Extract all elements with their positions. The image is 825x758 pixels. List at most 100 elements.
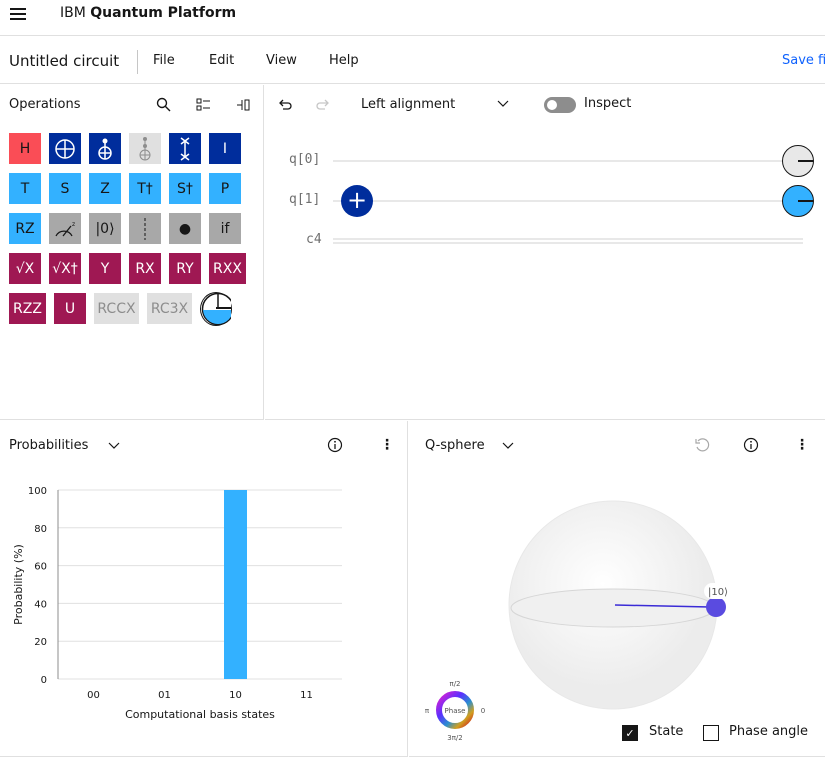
y-tick-label: 60: [34, 562, 47, 573]
gate-rzz[interactable]: RZZ: [9, 293, 46, 324]
chevron-down-icon[interactable]: [502, 442, 514, 450]
state-checkbox[interactable]: ✓: [622, 725, 638, 741]
inspect-toggle[interactable]: [544, 97, 576, 113]
overflow-menu-icon[interactable]: ⋮: [795, 437, 809, 453]
phase-label-right: 0: [481, 707, 485, 715]
qsphere[interactable]: |10⟩: [500, 490, 740, 720]
gate--x[interactable]: √X: [9, 253, 41, 284]
alignment-dropdown[interactable]: Left alignment: [361, 97, 455, 112]
phase-label-top: π/2: [449, 680, 460, 688]
gate--[interactable]: [49, 133, 81, 164]
gate-t[interactable]: T: [9, 173, 41, 204]
list-view-icon[interactable]: [196, 97, 212, 113]
redo-icon[interactable]: [316, 98, 330, 112]
wire-c4-second-line: [333, 242, 803, 244]
undo-icon[interactable]: [278, 98, 292, 112]
probability-chart: 0 20 40 60 80 100 00 01 10 11 Computational basis …: [12, 486, 342, 721]
gate-barrier[interactable]: [129, 213, 161, 244]
gate-cnot[interactable]: [89, 133, 121, 164]
y-tick-label: 40: [34, 599, 47, 610]
save-file-link[interactable]: Save fi: [782, 53, 825, 68]
state-point: [706, 597, 726, 617]
phase-label-left: π: [425, 707, 430, 715]
chevron-down-icon[interactable]: [108, 442, 120, 450]
inspect-label: Inspect: [584, 96, 632, 111]
gate-rc3x[interactable]: RC3X: [147, 293, 192, 324]
gate-rx[interactable]: RX: [129, 253, 161, 284]
gate-y[interactable]: Y: [89, 253, 121, 284]
circuit-title[interactable]: Untitled circuit: [9, 52, 119, 70]
state-label: |10⟩: [708, 587, 728, 598]
gate-ry[interactable]: RY: [169, 253, 201, 284]
gate-ccx[interactable]: [129, 133, 161, 164]
gate-rxx[interactable]: RXX: [209, 253, 246, 284]
qsphere-title[interactable]: Q-sphere: [425, 438, 485, 453]
svg-text:z: z: [72, 221, 75, 228]
gate-rccx[interactable]: RCCX: [94, 293, 139, 324]
bar-10: [224, 490, 247, 679]
x-gate-on-q1[interactable]: +: [341, 185, 373, 217]
phase-angle-checkbox-label: Phase angle: [729, 724, 809, 739]
circuit-toolbar: [0, 37, 825, 84]
circuit-composer: [265, 85, 825, 420]
phase-label-bottom: 3π/2: [447, 734, 462, 742]
probability-indicator-q1[interactable]: [782, 185, 814, 217]
y-tick-label: 20: [34, 637, 47, 648]
gate--x-[interactable]: √X†: [49, 253, 81, 284]
operations-title: Operations: [9, 97, 81, 112]
hamburger-menu-icon[interactable]: [10, 8, 26, 22]
gate-i[interactable]: I: [209, 133, 241, 164]
gate-rz[interactable]: RZ: [9, 213, 41, 244]
state-checkbox-label: State: [649, 724, 684, 739]
y-tick-label: 100: [28, 486, 47, 497]
y-axis-label: Probability (%): [12, 544, 25, 625]
info-icon[interactable]: [743, 437, 759, 453]
gate-if[interactable]: if: [209, 213, 241, 244]
menu-file[interactable]: File: [153, 53, 175, 68]
x-axis-label: Computational basis states: [125, 708, 275, 721]
gate-measure-probability[interactable]: [200, 292, 232, 326]
info-icon[interactable]: [327, 437, 343, 453]
overflow-menu-icon[interactable]: ⋮: [380, 437, 394, 453]
gate-p[interactable]: P: [209, 173, 241, 204]
gate--[interactable]: ●: [169, 213, 201, 244]
wire-label-q1: q[1]: [289, 192, 321, 207]
wire-q0: [333, 160, 783, 162]
probability-indicator-q0[interactable]: [782, 145, 814, 177]
menu-view[interactable]: View: [266, 53, 297, 68]
wire-label-c4: c4: [306, 232, 322, 247]
gate-s[interactable]: S: [49, 173, 81, 204]
chevron-down-icon[interactable]: [497, 100, 509, 108]
wire-q1: [333, 200, 783, 202]
gate-measure-z[interactable]: z: [49, 213, 81, 244]
phase-title: Phase: [445, 707, 466, 715]
brand-prefix: IBM: [60, 5, 86, 21]
phase-angle-checkbox[interactable]: [703, 725, 719, 741]
gate-u[interactable]: U: [54, 293, 86, 324]
gate-z[interactable]: Z: [89, 173, 121, 204]
phase-wheel: Phase π/2 π 0 3π/2: [425, 680, 485, 742]
gate-swap[interactable]: [169, 133, 201, 164]
menu-help[interactable]: Help: [329, 53, 359, 68]
brand[interactable]: IBM Quantum Platform: [60, 5, 236, 21]
x-tick-label: 00: [87, 690, 100, 701]
search-icon[interactable]: [156, 97, 172, 113]
x-tick-label: 01: [158, 690, 171, 701]
wire-c4: [333, 238, 803, 240]
collapse-panel-icon[interactable]: [236, 97, 252, 113]
gate-s-[interactable]: S†: [169, 173, 201, 204]
menu-edit[interactable]: Edit: [209, 53, 234, 68]
y-tick-label: 80: [34, 524, 47, 535]
gate-t-[interactable]: T†: [129, 173, 161, 204]
x-tick-label: 11: [300, 690, 313, 701]
reset-view-icon[interactable]: [694, 437, 710, 453]
y-tick-label: 0: [41, 675, 47, 686]
gate--0-[interactable]: |0⟩: [89, 213, 121, 244]
wire-label-q0: q[0]: [289, 152, 321, 167]
x-tick-label: 10: [229, 690, 242, 701]
brand-name: Quantum Platform: [90, 5, 237, 21]
gate-h[interactable]: H: [9, 133, 41, 164]
top-header: IBM Quantum Platform: [0, 0, 825, 36]
probabilities-title[interactable]: Probabilities: [9, 438, 88, 453]
divider: [137, 50, 138, 74]
